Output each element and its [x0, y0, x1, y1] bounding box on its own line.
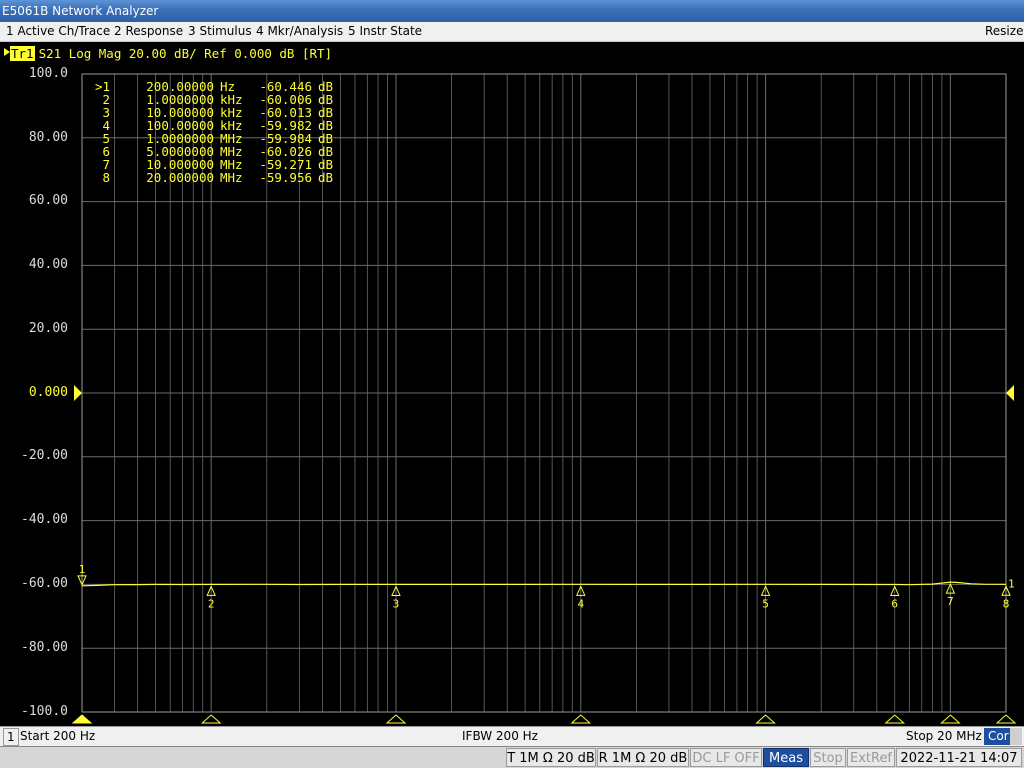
menu-mkr-analysis[interactable]: 4 Mkr/Analysis [256, 22, 343, 41]
marker-label: 5 [762, 597, 769, 610]
marker-row: 8 20.000000 MHz -59.956 dB [102, 170, 334, 185]
reference-left-arrow-icon [74, 385, 82, 401]
marker-label: 6 [891, 597, 898, 610]
trace-end-label: 1 [1008, 577, 1015, 590]
t-input-status[interactable]: T 1M Ω 20 dB [506, 748, 596, 767]
marker-label: 2 [208, 597, 215, 610]
marker-axis-indicator-icon [200, 714, 222, 724]
r-input-status[interactable]: R 1M Ω 20 dB [597, 748, 689, 767]
menu-resize[interactable]: Resize [985, 22, 1023, 41]
channel-number[interactable]: 1 [3, 728, 19, 746]
stop-status[interactable]: Stop [810, 748, 846, 767]
ifbw-setting[interactable]: IFBW 200 Hz [462, 727, 538, 746]
marker-label: 1 [79, 563, 86, 576]
start-frequency[interactable]: Start 200 Hz [20, 727, 95, 746]
reference-right-arrow-icon [1006, 385, 1014, 401]
correction-status[interactable]: Cor [984, 728, 1013, 745]
menu-bar: 1 Active Ch/Trace 2 Response 3 Stimulus … [0, 22, 1024, 42]
datetime-display: 2022-11-21 14:07 [896, 748, 1022, 767]
marker-axis-indicator-icon [940, 714, 961, 724]
extref-status[interactable]: ExtRef [847, 748, 895, 767]
instrument-status-bar: T 1M Ω 20 dB R 1M Ω 20 dB DC LF OFF Meas… [0, 746, 1024, 768]
menu-instr-state[interactable]: 5 Instr State [348, 22, 422, 41]
menu-active-ch-trace[interactable]: 1 Active Ch/Trace [6, 22, 110, 41]
dc-lf-status[interactable]: DC LF OFF [690, 748, 762, 767]
menu-stimulus[interactable]: 3 Stimulus [188, 22, 252, 41]
channel-status-bar: 1 Start 200 Hz IFBW 200 Hz Stop 20 MHz C… [0, 726, 1024, 746]
window-titlebar: E5061B Network Analyzer [0, 0, 1024, 22]
marker-label: 7 [947, 595, 954, 608]
marker-axis-indicator-icon [570, 714, 592, 724]
trace-line [81, 581, 1007, 587]
marker-label: 8 [1003, 597, 1010, 610]
marker-axis-indicator-icon [755, 714, 776, 724]
marker-label: 4 [577, 597, 584, 610]
marker-label: 3 [393, 597, 400, 610]
marker-readout-table: >1 200.00000 Hz -60.446 dB 2 1.0000000 kHz -60.… [88, 80, 333, 184]
marker-axis-indicator-icon [385, 714, 407, 724]
channel-bar-end [1010, 728, 1022, 745]
marker-axis-indicator-icon [71, 714, 93, 724]
menu-response[interactable]: 2 Response [114, 22, 183, 41]
measurement-display[interactable]: Tr1 S21 Log Mag 20.00 dB/ Ref 0.000 dB [R… [0, 42, 1024, 726]
marker-axis-indicator-icon [884, 714, 906, 724]
stop-frequency[interactable]: Stop 20 MHz [906, 727, 982, 746]
meas-status[interactable]: Meas [763, 748, 809, 767]
window-title: E5061B Network Analyzer [2, 4, 159, 18]
marker-axis-indicator-icon [995, 714, 1017, 724]
